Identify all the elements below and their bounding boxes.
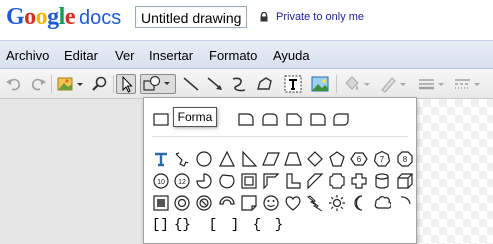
app-header: Google docs Untitled drawing Private to o…: [0, 0, 493, 40]
sun-shape-icon[interactable]: [328, 194, 346, 212]
oval-shape-icon[interactable]: [195, 150, 213, 168]
toolbar-separator: [51, 75, 52, 93]
line-dash-icon[interactable]: [452, 74, 482, 94]
cube-shape-icon[interactable]: [396, 172, 414, 190]
diamond-shape-icon[interactable]: [306, 150, 324, 168]
round-diagonal-shape-icon[interactable]: [332, 110, 350, 128]
rounded-top-shape-icon[interactable]: [309, 110, 327, 128]
sharing-status-link[interactable]: Private to only me: [276, 11, 364, 23]
snip-corner-shape-icon[interactable]: [285, 110, 303, 128]
l-shape-icon[interactable]: [284, 172, 302, 190]
chord-shape-icon[interactable]: [218, 172, 236, 190]
text-box-icon[interactable]: [283, 74, 303, 94]
menu-archivo[interactable]: Archivo: [6, 48, 49, 63]
shape-tooltip: Forma: [173, 107, 217, 127]
donut-shape-icon[interactable]: [173, 194, 191, 212]
logo-letter: e: [64, 4, 76, 30]
redo-icon[interactable]: [28, 74, 48, 94]
menu-bar: Archivo Editar Ver Insertar Formato Ayud…: [0, 40, 493, 69]
no-symbol-shape-icon[interactable]: [195, 194, 213, 212]
image-icon[interactable]: [310, 74, 330, 94]
parallelogram-shape-icon[interactable]: [262, 150, 280, 168]
menu-divider: [152, 136, 408, 137]
pentagon-shape-icon[interactable]: [328, 150, 346, 168]
smiley-shape-icon[interactable]: [262, 194, 280, 212]
cloud-shape-icon[interactable]: [373, 194, 391, 212]
rectangle-shape-icon[interactable]: [152, 110, 170, 128]
svg-text:7: 7: [380, 155, 385, 164]
right-triangle-shape-icon[interactable]: [240, 150, 258, 168]
right-bracket-shape-icon[interactable]: ]: [226, 216, 244, 234]
document-title-field[interactable]: Untitled drawing: [135, 6, 247, 28]
toolbar-separator: [336, 75, 337, 93]
logo-letter: G: [6, 4, 25, 30]
logo-letter: o: [35, 4, 48, 30]
text-shape-icon[interactable]: [152, 150, 170, 168]
shape-icon[interactable]: [140, 74, 176, 94]
select-arrow-icon[interactable]: [116, 74, 136, 94]
line-weight-icon[interactable]: [416, 74, 446, 94]
right-brace-shape-icon[interactable]: }: [270, 216, 288, 234]
brace-pair-shape-icon[interactable]: {}: [174, 216, 198, 234]
arc-shape-icon[interactable]: [396, 194, 414, 212]
plaque-shape-icon[interactable]: [328, 172, 346, 190]
menu-insertar[interactable]: Insertar: [149, 48, 193, 63]
menu-editar[interactable]: Editar: [64, 48, 98, 63]
bracket-pair-shape-icon[interactable]: []: [152, 216, 176, 234]
wrench-shape-icon[interactable]: [173, 150, 191, 168]
toolbar: [0, 69, 493, 99]
logo-docs-text: docs: [79, 7, 122, 29]
polyline-icon[interactable]: [255, 74, 275, 94]
pie-shape-icon[interactable]: [195, 172, 213, 190]
menu-ayuda[interactable]: Ayuda: [273, 48, 310, 63]
trapezoid-shape-icon[interactable]: [284, 150, 302, 168]
logo-letter: o: [24, 4, 36, 30]
heptagon-shape-icon[interactable]: 7: [373, 150, 391, 168]
fill-color-icon[interactable]: [342, 74, 372, 94]
line-icon[interactable]: [181, 74, 201, 94]
lock-icon: [260, 12, 268, 22]
half-frame-shape-icon[interactable]: [262, 172, 280, 190]
block-arc-shape-icon[interactable]: [218, 194, 236, 212]
undo-icon[interactable]: [4, 74, 24, 94]
heart-shape-icon[interactable]: [284, 194, 302, 212]
svg-text:10: 10: [157, 179, 165, 186]
svg-text:8: 8: [403, 155, 408, 164]
lightning-shape-icon[interactable]: [306, 194, 324, 212]
google-docs-logo[interactable]: Google docs: [6, 4, 121, 31]
cylinder-shape-icon[interactable]: [373, 172, 391, 190]
toolbar-separator: [113, 75, 114, 93]
zoom-icon[interactable]: [90, 74, 110, 94]
dodecagon-shape-icon[interactable]: 12: [173, 172, 191, 190]
frame-shape-icon[interactable]: [240, 172, 258, 190]
left-brace-shape-icon[interactable]: {: [248, 216, 266, 234]
left-bracket-shape-icon[interactable]: [: [204, 216, 222, 234]
moon-shape-icon[interactable]: [350, 194, 368, 212]
menu-formato[interactable]: Formato: [209, 48, 257, 63]
cross-shape-icon[interactable]: [350, 172, 368, 190]
hexagon-shape-icon[interactable]: 6: [350, 150, 368, 168]
menu-ver[interactable]: Ver: [115, 48, 135, 63]
image-palette-icon[interactable]: [55, 74, 85, 94]
arrow-icon[interactable]: [205, 74, 225, 94]
logo-google-text: Google: [6, 4, 76, 30]
octagon-shape-icon[interactable]: 8: [396, 150, 414, 168]
decagon-shape-icon[interactable]: 10: [152, 172, 170, 190]
diagonal-stripe-shape-icon[interactable]: [306, 172, 324, 190]
folded-corner-shape-icon[interactable]: [240, 194, 258, 212]
curve-icon[interactable]: [229, 74, 249, 94]
svg-text:12: 12: [178, 179, 186, 186]
triangle-shape-icon[interactable]: [218, 150, 236, 168]
line-color-icon[interactable]: [378, 74, 408, 94]
drawing-canvas[interactable]: [415, 99, 493, 244]
bevel-shape-icon[interactable]: [152, 194, 170, 212]
svg-text:6: 6: [357, 155, 362, 164]
round-two-corners-shape-icon[interactable]: [261, 110, 279, 128]
round-single-corner-shape-icon[interactable]: [237, 110, 255, 128]
logo-letter: g: [47, 4, 59, 30]
